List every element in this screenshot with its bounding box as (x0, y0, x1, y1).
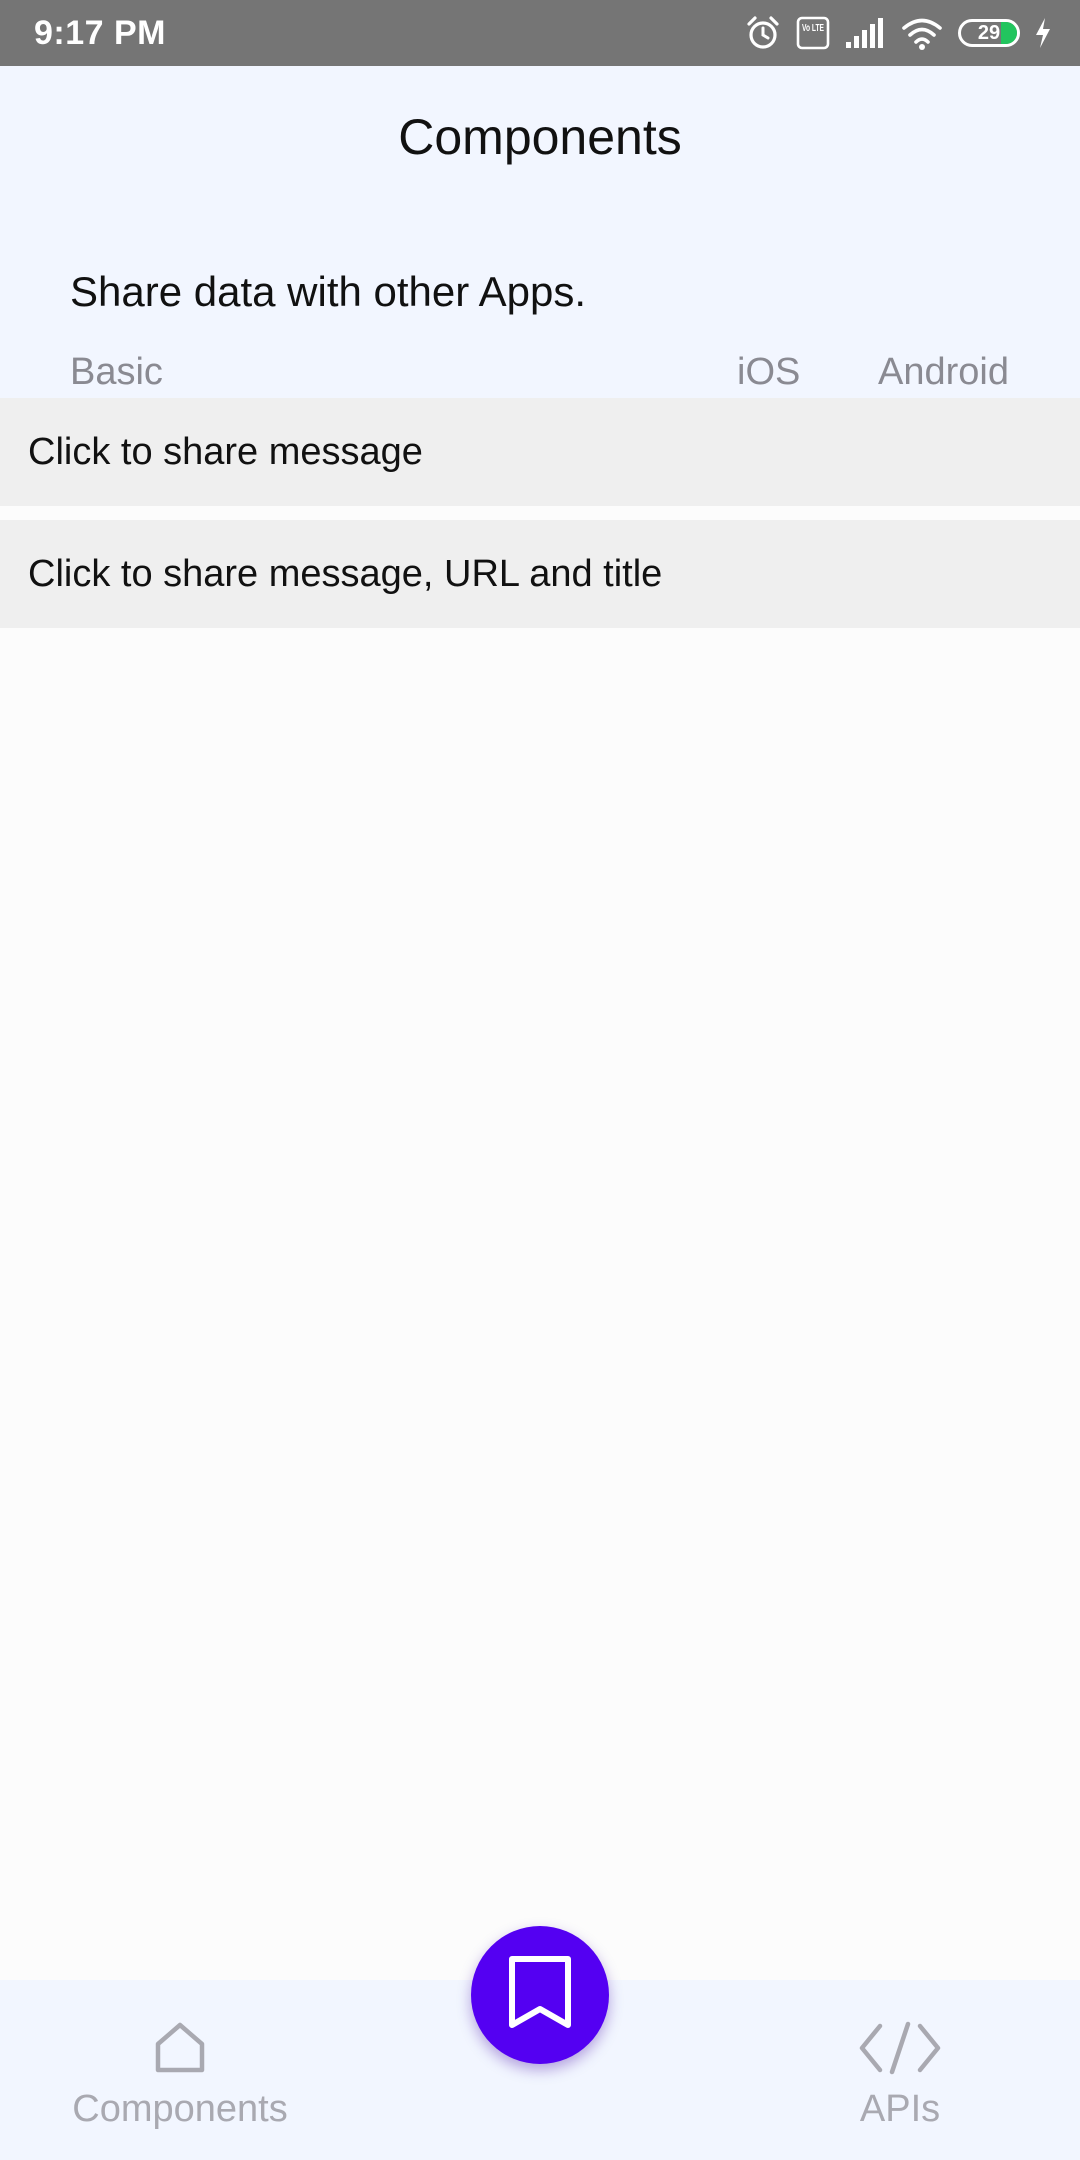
nav-label-apis: APIs (859, 2088, 941, 2130)
volte-icon: Vo LTE (796, 16, 830, 50)
signal-icon (844, 16, 886, 50)
battery-fill (1000, 22, 1017, 44)
battery-icon: 29 (958, 19, 1020, 47)
charging-icon (1034, 17, 1052, 49)
wifi-icon (900, 15, 944, 51)
nav-item-components[interactable]: Components (50, 1980, 310, 2160)
home-icon (152, 2016, 208, 2080)
alarm-icon (744, 14, 782, 52)
code-icon (858, 2016, 942, 2080)
nav-item-apis[interactable]: APIs (770, 1980, 1030, 2160)
share-message-label: Click to share message (28, 430, 423, 473)
bookmark-icon (504, 1953, 576, 2038)
status-time: 9:17 PM (34, 14, 166, 52)
status-bar: 9:17 PM Vo LTE 29 (0, 0, 1080, 66)
column-label-ios: iOS (737, 351, 801, 393)
column-label-basic: Basic (70, 351, 163, 393)
bookmark-fab-button[interactable] (471, 1926, 609, 2064)
nav-label-components: Components (72, 2088, 288, 2130)
status-icons: Vo LTE 29 (744, 12, 1052, 54)
page-title: Components (398, 109, 682, 165)
volte-label: Vo LTE (802, 23, 824, 34)
component-description: Share data with other Apps. (70, 268, 586, 315)
share-message-button[interactable]: Click to share message (0, 398, 1080, 506)
share-message-url-title-label: Click to share message, URL and title (28, 552, 663, 595)
column-label-android: Android (878, 351, 1009, 393)
header: Components Share data with other Apps. B… (0, 66, 1080, 398)
share-message-url-title-button[interactable]: Click to share message, URL and title (0, 520, 1080, 628)
battery-level: 29 (977, 22, 1001, 44)
